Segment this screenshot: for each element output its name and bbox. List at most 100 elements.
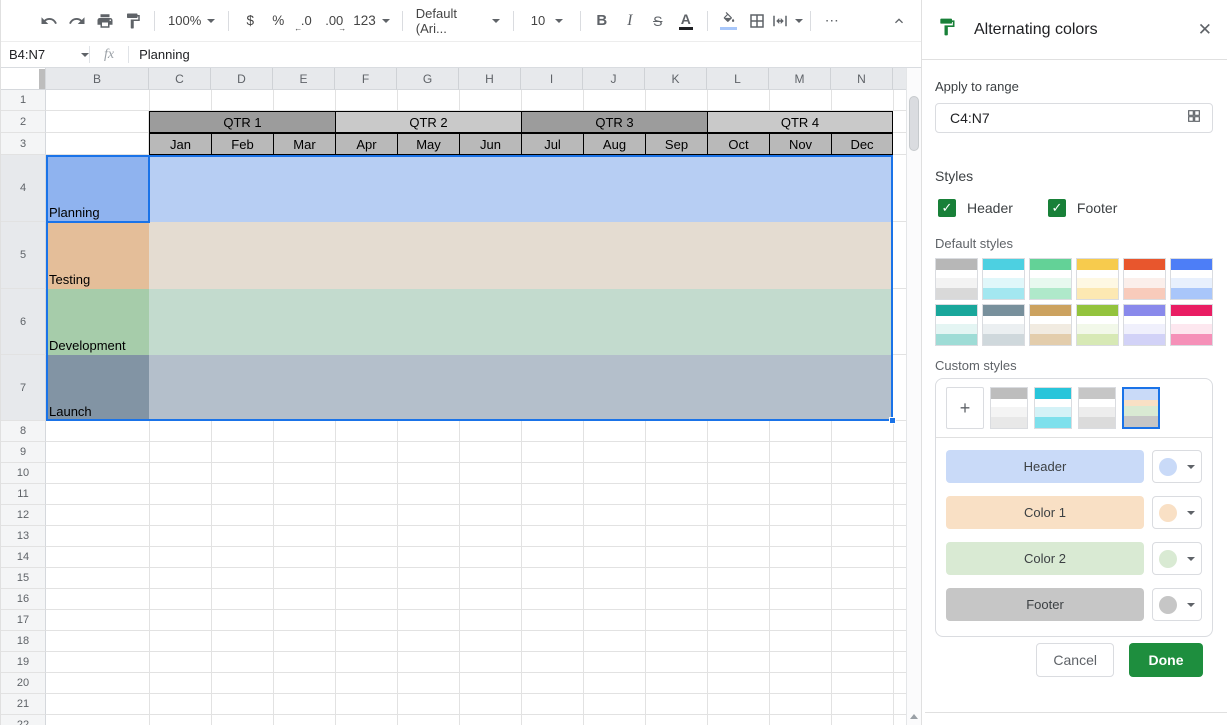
empty-row-cells[interactable] [46, 526, 906, 547]
cell-qtr3[interactable]: QTR 3 [521, 111, 707, 133]
stub-cell[interactable] [893, 289, 906, 355]
zoom-select[interactable]: 100% [162, 7, 221, 35]
column-header-L[interactable]: L [707, 68, 769, 90]
custom-style-swatch-current[interactable] [1122, 387, 1160, 429]
cell-B3[interactable] [46, 133, 149, 155]
column-header-E[interactable]: E [273, 68, 335, 90]
collapse-toolbar-button[interactable] [885, 7, 913, 35]
row-header[interactable]: 4 [1, 155, 46, 222]
footer-checkbox-label[interactable]: Footer [1077, 200, 1117, 216]
default-style-swatch-teal[interactable] [935, 304, 978, 346]
footer-color-picker[interactable] [1152, 588, 1202, 621]
column-header-D[interactable]: D [211, 68, 273, 90]
empty-row-cells[interactable] [46, 442, 906, 463]
default-style-swatch-green[interactable] [1029, 258, 1072, 300]
header-checkbox-label[interactable]: Header [967, 200, 1013, 216]
footer-checkbox[interactable]: ✓ [1048, 199, 1066, 217]
stub-cell[interactable] [893, 111, 906, 133]
empty-row-cells[interactable] [46, 463, 906, 484]
row-header[interactable]: 5 [1, 222, 46, 289]
empty-row-cells[interactable] [46, 673, 906, 694]
default-style-swatch-olive[interactable] [1076, 304, 1119, 346]
header-checkbox[interactable]: ✓ [938, 199, 956, 217]
empty-row-cells[interactable] [46, 90, 906, 111]
fill-color-button[interactable] [715, 7, 743, 35]
empty-row-cells[interactable] [46, 631, 906, 652]
cell-B4[interactable]: Planning [46, 155, 149, 222]
stub-cell[interactable] [893, 355, 906, 421]
empty-row-cells[interactable] [46, 421, 906, 442]
default-style-swatch-gray[interactable] [935, 258, 978, 300]
column-header-B[interactable]: B [46, 68, 149, 90]
merge-cells-button[interactable] [771, 7, 803, 35]
cancel-button[interactable]: Cancel [1036, 643, 1114, 677]
done-button[interactable]: Done [1129, 643, 1203, 677]
more-toolbar-button[interactable]: ⋯ [818, 7, 846, 35]
scrollbar-thumb[interactable] [909, 96, 919, 151]
row-header[interactable]: 15 [1, 568, 46, 589]
custom-style-swatch-2[interactable] [1034, 387, 1072, 429]
default-style-swatch-orange[interactable] [1123, 258, 1166, 300]
row-header[interactable]: 6 [1, 289, 46, 355]
more-formats-button[interactable]: 123 [348, 7, 395, 35]
column-header-J[interactable]: J [583, 68, 645, 90]
italic-button[interactable]: I [616, 7, 644, 35]
row-header[interactable]: 12 [1, 505, 46, 526]
month-cell[interactable]: Mar [273, 133, 335, 155]
month-cell[interactable]: Jan [149, 133, 211, 155]
month-cell[interactable]: Sep [645, 133, 707, 155]
custom-style-swatch-3[interactable] [1078, 387, 1116, 429]
column-header-C[interactable]: C [149, 68, 211, 90]
fill-handle[interactable] [889, 417, 896, 424]
row-header[interactable]: 10 [1, 463, 46, 484]
name-box[interactable]: B4:N7 [1, 47, 89, 62]
default-style-swatch-yellow[interactable] [1076, 258, 1119, 300]
custom-style-swatch-1[interactable] [990, 387, 1028, 429]
month-cell[interactable]: Dec [831, 133, 893, 155]
row-header[interactable]: 13 [1, 526, 46, 547]
cell-qtr4[interactable]: QTR 4 [707, 111, 893, 133]
vertical-scrollbar[interactable] [906, 68, 921, 725]
empty-row-cells[interactable] [46, 589, 906, 610]
row-header[interactable]: 3 [1, 133, 46, 155]
redo-button[interactable] [63, 7, 91, 35]
row-header[interactable]: 18 [1, 631, 46, 652]
print-button[interactable] [91, 7, 119, 35]
add-style-button[interactable]: + [946, 387, 984, 429]
strikethrough-button[interactable]: S [644, 7, 672, 35]
close-icon[interactable]: ✕ [1198, 20, 1212, 40]
month-cell[interactable]: Jul [521, 133, 583, 155]
default-style-swatch-tan[interactable] [1029, 304, 1072, 346]
stub-cell[interactable] [893, 133, 906, 155]
header-color-button[interactable]: Header [946, 450, 1144, 483]
row-header[interactable]: 16 [1, 589, 46, 610]
month-cell[interactable]: Feb [211, 133, 273, 155]
default-style-swatch-blue[interactable] [1170, 258, 1213, 300]
row-header[interactable]: 11 [1, 484, 46, 505]
row-band-header[interactable] [149, 155, 893, 222]
empty-row-cells[interactable] [46, 547, 906, 568]
month-cell[interactable]: Oct [707, 133, 769, 155]
month-cell[interactable]: Apr [335, 133, 397, 155]
cell-B5[interactable]: Testing [46, 222, 149, 289]
paint-format-button[interactable] [119, 7, 147, 35]
formula-input[interactable]: Planning [129, 47, 190, 62]
month-cell[interactable]: Nov [769, 133, 831, 155]
color1-color-button[interactable]: Color 1 [946, 496, 1144, 529]
column-header-I[interactable]: I [521, 68, 583, 90]
month-cell[interactable]: May [397, 133, 459, 155]
color2-color-button[interactable]: Color 2 [946, 542, 1144, 575]
row-band-color2[interactable] [149, 289, 893, 355]
row-band-color1[interactable] [149, 222, 893, 289]
month-cell[interactable]: Aug [583, 133, 645, 155]
borders-button[interactable] [743, 7, 771, 35]
undo-button[interactable] [35, 7, 63, 35]
row-header[interactable]: 19 [1, 652, 46, 673]
default-style-swatch-slate[interactable] [982, 304, 1025, 346]
default-style-swatch-magenta[interactable] [1170, 304, 1213, 346]
cell-qtr2[interactable]: QTR 2 [335, 111, 521, 133]
format-percent-button[interactable]: % [264, 7, 292, 35]
range-input[interactable]: C4:N7 [935, 103, 1213, 133]
color2-color-picker[interactable] [1152, 542, 1202, 575]
select-all-corner[interactable] [1, 68, 46, 90]
